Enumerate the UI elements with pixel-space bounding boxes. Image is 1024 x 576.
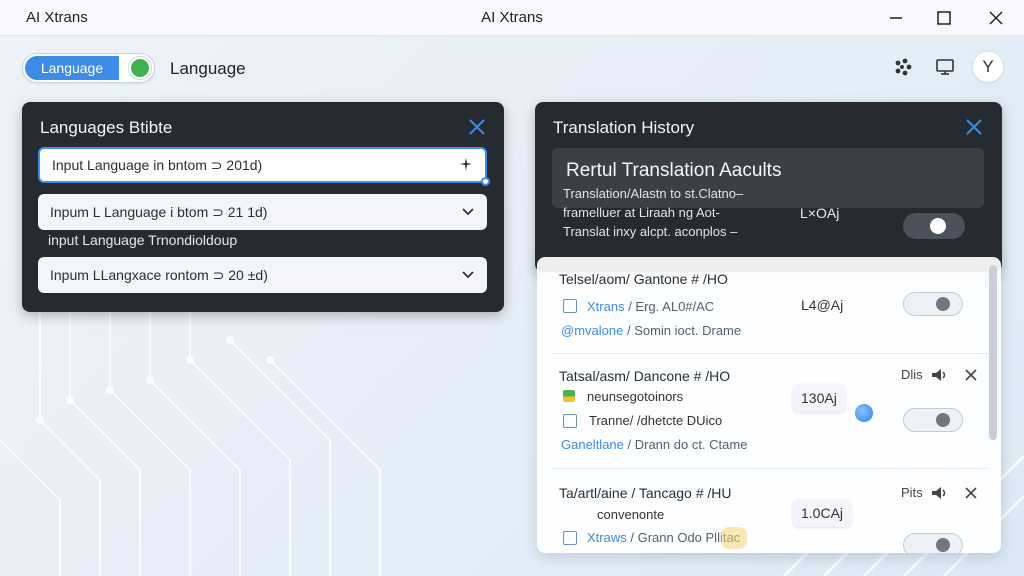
list-item[interactable]: Tatsal/asm/ Dancone # /HO Dlis neunsegot…: [537, 354, 989, 468]
grid-dots-icon: [895, 58, 912, 76]
file-icon: [563, 299, 577, 313]
item-controls-label: Dlis: [901, 367, 923, 382]
chevron-down-icon: [462, 271, 474, 279]
language-label: Language: [170, 59, 246, 78]
app-name: AI Xtrans: [26, 9, 88, 26]
window-title: AI Xtrans: [481, 9, 543, 26]
language-select-2-value: Inpum LLangxace rontom ⊃ 20 ±d): [50, 267, 268, 283]
history-list: Telsel/aom/ Gantone # /HO Xtrans / Erg. …: [537, 257, 1001, 553]
speaker-icon[interactable]: [931, 486, 949, 500]
toggle-knob: [129, 57, 151, 79]
language-toggle[interactable]: Language: [22, 53, 155, 83]
minimize-icon: [890, 17, 902, 19]
user-avatar-button[interactable]: Y: [973, 52, 1003, 82]
item-title: Tatsal/asm/ Dancone # /HO: [559, 368, 731, 384]
history-line: Translat inxy alcpt. aconplos –: [563, 224, 738, 239]
item-toggle[interactable]: [903, 408, 963, 432]
toggle-knob: [936, 538, 950, 552]
languages-panel-title: Languages Btibte: [40, 118, 173, 137]
item-detail: neunsegotoinors: [587, 389, 684, 404]
item-title: Ta/artl/aine / Tancago # /HU: [559, 485, 732, 501]
resize-handle[interactable]: [481, 177, 490, 186]
list-item[interactable]: Telsel/aom/ Gantone # /HO Xtrans / Erg. …: [537, 257, 989, 353]
title-bar: AI Xtrans AI Xtrans: [0, 0, 1024, 36]
chevron-down-icon: [462, 208, 474, 216]
item-title: Telsel/aom/ Gantone # /HO: [559, 271, 728, 287]
item-badge: L4@Aj: [801, 297, 844, 313]
languages-panel-close-button[interactable]: [466, 116, 488, 138]
item-controls-label: Pits: [901, 485, 923, 500]
toggle-knob: [936, 413, 950, 427]
item-detail: Tranne/ /dhetcte DUico: [589, 413, 723, 428]
language-select-1-value: Inpum L Language i btom ⊃ 21 1d): [50, 204, 268, 220]
toggle-knob: [936, 297, 950, 311]
flag-icon: [563, 390, 575, 402]
maximize-icon: [937, 11, 951, 25]
language-toggle-label: Language: [25, 56, 119, 80]
language-select-1[interactable]: Inpum L Language i btom ⊃ 21 1d): [38, 194, 487, 230]
item-detail: / Erg. AL0#/AC: [628, 299, 715, 314]
history-line: Translation/Alastn to st.Clatno–: [563, 186, 744, 201]
item-badge: 130Aj: [793, 384, 845, 412]
item-link[interactable]: @mvalone: [561, 323, 623, 338]
item-toggle[interactable]: [903, 292, 963, 316]
history-panel-close-button[interactable]: [963, 116, 985, 138]
monitor-icon: [936, 59, 954, 75]
file-icon: [563, 414, 577, 428]
screen-button[interactable]: [930, 52, 960, 82]
minimize-button[interactable]: [876, 4, 916, 32]
status-dot: [855, 404, 873, 422]
avatar-letter: Y: [982, 57, 994, 76]
close-icon: [989, 11, 1003, 25]
input-language-value: Input Language in bntom ⊃ 201d): [52, 157, 263, 173]
history-line: framelluer at Liraah ng Aot-: [563, 205, 720, 220]
history-badge: L×OAj: [800, 205, 840, 221]
toggle-knob: [930, 218, 946, 234]
close-icon: [966, 119, 982, 135]
maximize-button[interactable]: [924, 4, 964, 32]
close-icon[interactable]: [965, 368, 977, 381]
item-detail: / Somin ioct. Drame: [626, 323, 742, 338]
history-panel-title: Translation History: [553, 118, 695, 137]
language-helper-text: input Language Trnondioldoup: [48, 232, 238, 248]
file-icon: [563, 531, 577, 545]
item-toggle[interactable]: [903, 533, 963, 553]
apps-button[interactable]: [888, 52, 918, 82]
scrollbar[interactable]: [989, 265, 997, 440]
translation-history-panel: Translation History Rertul Translation A…: [535, 102, 1002, 272]
item-detail: convenonte: [597, 507, 665, 522]
circuit-background: [0, 300, 381, 576]
list-item[interactable]: Ta/artl/aine / Tancago # /HU Pits conven…: [537, 469, 989, 553]
item-link[interactable]: Xtraws: [587, 530, 627, 545]
item-detail: / Drann do ct. Ctame: [627, 437, 748, 452]
item-link[interactable]: Ganeltlane: [561, 437, 624, 452]
close-window-button[interactable]: [976, 4, 1016, 32]
language-select-2[interactable]: Inpum LLangxace rontom ⊃ 20 ±d): [38, 257, 487, 293]
speaker-icon[interactable]: [931, 368, 949, 382]
recent-results-heading: Rertul Translation Aacults: [566, 160, 782, 181]
sparkle-icon: [460, 158, 472, 171]
close-icon[interactable]: [965, 486, 977, 499]
close-icon: [469, 119, 485, 135]
item-link[interactable]: Xtrans: [587, 299, 625, 314]
languages-panel: Languages Btibte Input Language in bntom…: [22, 102, 504, 312]
history-toggle[interactable]: [903, 213, 965, 239]
highlight-mark: [721, 527, 747, 549]
item-badge: 1.0CAj: [793, 499, 852, 527]
input-language-field[interactable]: Input Language in bntom ⊃ 201d): [38, 147, 490, 186]
